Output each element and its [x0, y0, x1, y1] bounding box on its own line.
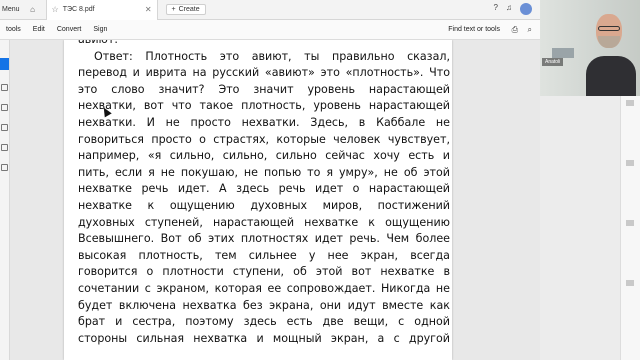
text-line: стороны сильная нехватка и мощный экран,…	[78, 331, 450, 345]
text-tool-icon[interactable]	[1, 144, 8, 151]
tab-title: ТЭС 8.pdf	[62, 6, 95, 13]
text-line: духовных ступеней, нарастающей нехватке …	[78, 215, 450, 229]
menu-item-tools[interactable]: tools	[0, 26, 27, 33]
tab-bar: Menu ⌂ ☆ ТЭС 8.pdf ✕ + Create ? ♫	[0, 0, 540, 20]
page-thumb-marker[interactable]	[626, 160, 634, 166]
text-line: высокая плотность, тем сильнее у нее экр…	[78, 248, 450, 262]
tabbar-right-controls: ? ♫	[494, 3, 532, 15]
avatar[interactable]	[520, 3, 532, 15]
home-icon[interactable]: ⌂	[26, 5, 40, 14]
select-tool-icon[interactable]	[0, 58, 9, 70]
text-line: Всевышнего. Вот об этих плотностях идет …	[78, 232, 450, 246]
webcam-video: Anatoli	[540, 0, 640, 96]
menu-item-convert[interactable]: Convert	[51, 26, 88, 33]
text-line: это слово значит? Это значит уровень нар…	[78, 82, 450, 96]
stamp-tool-icon[interactable]	[1, 164, 8, 171]
pen-tool-icon[interactable]	[1, 104, 8, 111]
highlight-tool-icon[interactable]	[1, 124, 8, 131]
plus-icon: +	[171, 6, 176, 13]
menu-item-sign[interactable]: Sign	[87, 26, 113, 33]
star-icon[interactable]: ☆	[52, 5, 59, 14]
page-thumb-marker[interactable]	[626, 280, 634, 286]
document-text: авиют. Ответ: Плотность это авиют, ты пр…	[78, 40, 450, 347]
create-button[interactable]: + Create	[165, 4, 206, 15]
text-line: нехватке речь идет. А здесь речь идет о …	[78, 182, 450, 196]
document-viewer[interactable]: авиют. Ответ: Плотность это авиют, ты пр…	[10, 40, 540, 360]
presenter-name-label: Anatoli	[542, 58, 564, 66]
document-tab[interactable]: ☆ ТЭС 8.pdf ✕	[45, 0, 158, 20]
text-line: авиют.	[78, 40, 450, 49]
menu-bar: tools Edit Convert Sign Find text or too…	[0, 20, 540, 40]
help-icon[interactable]: ?	[494, 3, 498, 15]
text-line: нехватке к ощущению духовных миров, пост…	[78, 198, 450, 212]
text-line: например, «я сильно, сильно, сильно сейч…	[78, 149, 450, 163]
text-line: перевод и иврита на русский «авиют» это …	[78, 66, 450, 80]
menu-button[interactable]: Menu	[0, 6, 26, 13]
text-line: пить, если я не покушаю, не попью то я у…	[78, 165, 450, 179]
text-line: нехватки. И не просто нехватки. Здесь, в…	[78, 115, 450, 129]
bell-icon[interactable]: ♫	[506, 3, 512, 15]
close-icon[interactable]: ✕	[145, 5, 152, 14]
webcam-shelf	[552, 48, 574, 58]
page-thumb-marker[interactable]	[626, 220, 634, 226]
search-icon[interactable]: ⌕	[528, 25, 532, 35]
text-line: будет включена нехватка без экрана, они …	[78, 298, 450, 312]
menu-item-edit[interactable]: Edit	[27, 26, 51, 33]
find-text-or-tools[interactable]: Find text or tools	[448, 26, 500, 33]
text-line: нехватки, вот что такое плотность, урове…	[78, 99, 450, 113]
left-toolbar	[0, 40, 10, 360]
glasses-icon	[598, 26, 620, 31]
text-line: говорится о плотности ступени, об этой в…	[78, 265, 450, 279]
presenter-body	[586, 56, 636, 96]
text-line: брат и сестра, поэтому здесь есть две ве…	[78, 315, 450, 329]
page-thumb-marker[interactable]	[626, 100, 634, 106]
text-line: говориться просто о страстях, которые че…	[78, 132, 450, 146]
create-label: Create	[178, 6, 200, 13]
comment-tool-icon[interactable]	[1, 84, 8, 91]
vertical-scrollbar[interactable]	[620, 96, 640, 360]
text-line: Ответ: Плотность это авиют, ты правильно…	[94, 49, 450, 63]
text-line: сочетании с экраном, которая ее сопровож…	[78, 281, 450, 295]
print-icon[interactable]: ⎙	[512, 25, 518, 35]
